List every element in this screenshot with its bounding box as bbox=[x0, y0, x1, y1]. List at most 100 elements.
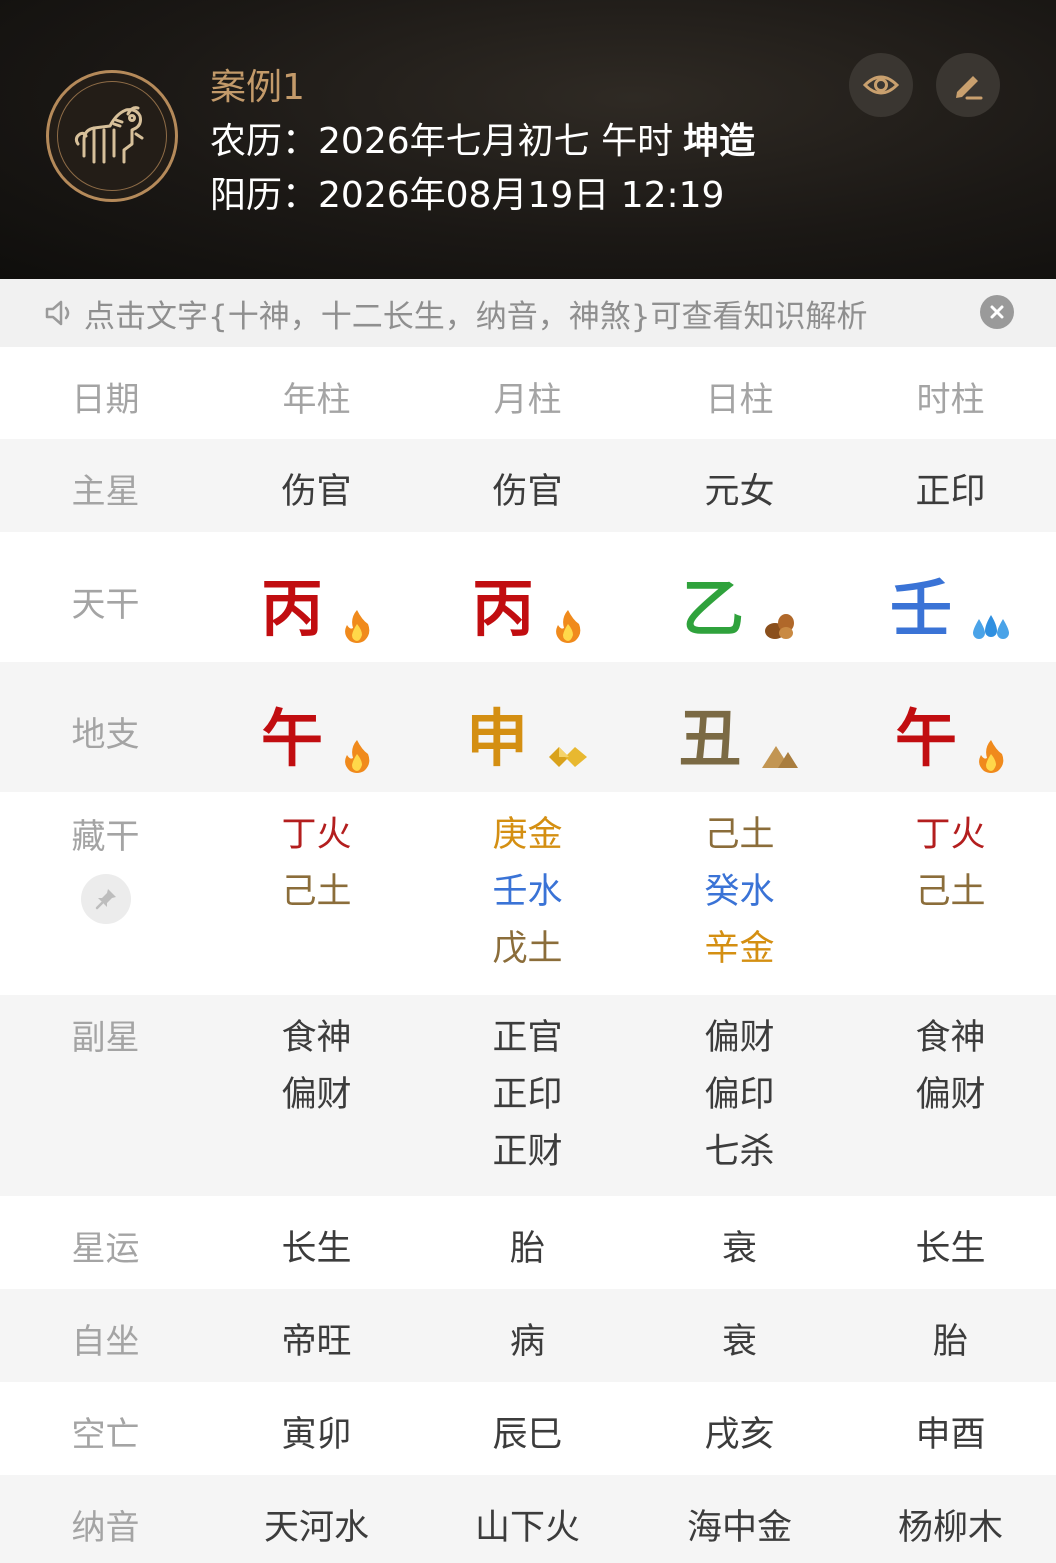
nayin-value[interactable]: 山下火 bbox=[422, 1499, 633, 1550]
row-label: 纳音 bbox=[71, 1508, 140, 1548]
earthly-branch-row: 地支 午 申 丑 午 bbox=[0, 662, 1056, 792]
view-button[interactable] bbox=[849, 53, 913, 117]
hidden-stems-cell[interactable]: 庚金 壬水 戊土 bbox=[422, 807, 633, 978]
main-star-value[interactable]: 元女 bbox=[634, 463, 845, 514]
sub-star-cell[interactable]: 偏财 偏印 七杀 bbox=[634, 1010, 845, 1181]
speaker-icon bbox=[45, 300, 70, 326]
self-sit-value[interactable]: 衰 bbox=[634, 1313, 845, 1364]
pin-icon bbox=[95, 889, 116, 910]
column-header-row: 日期 年柱 月柱 日柱 时柱 bbox=[0, 347, 1056, 439]
edit-button[interactable] bbox=[936, 53, 1000, 117]
hidden-stems-cell[interactable]: 己土 癸水 辛金 bbox=[634, 807, 845, 978]
fire-icon bbox=[345, 739, 370, 773]
branch-char: 申 bbox=[465, 702, 528, 775]
column-header: 时柱 bbox=[916, 380, 985, 420]
branch-cell[interactable]: 申 bbox=[422, 688, 633, 778]
void-row: 空亡 寅卯 辰巳 戌亥 申酉 bbox=[0, 1382, 1056, 1475]
hidden-stem: 丁火 bbox=[281, 815, 352, 855]
nayin-row: 纳音 天河水 山下火 海中金 杨柳木 bbox=[0, 1475, 1056, 1563]
star-luck-value[interactable]: 长生 bbox=[845, 1220, 1056, 1271]
hidden-stem: 丁火 bbox=[915, 815, 986, 855]
branch-cell[interactable]: 午 bbox=[211, 688, 422, 778]
pin-button[interactable] bbox=[80, 874, 131, 924]
stem-cell[interactable]: 壬 bbox=[845, 558, 1056, 648]
fire-icon bbox=[556, 609, 581, 643]
column-header: 日期 bbox=[71, 380, 140, 420]
nayin-value[interactable]: 杨柳木 bbox=[845, 1499, 1056, 1550]
row-label: 天干 bbox=[71, 585, 140, 625]
branch-cell[interactable]: 丑 bbox=[634, 688, 845, 778]
branch-char: 午 bbox=[894, 702, 957, 775]
hidden-stems-cell[interactable]: 丁火 己土 bbox=[845, 807, 1056, 921]
solar-date-line: 阳历：2026年08月19日 12:19 bbox=[210, 166, 724, 218]
main-star-row: 主星 伤官 伤官 元女 正印 bbox=[0, 439, 1056, 532]
close-icon bbox=[990, 305, 1004, 319]
sub-star: 偏印 bbox=[704, 1075, 775, 1115]
column-header: 日柱 bbox=[705, 380, 774, 420]
sub-star: 偏财 bbox=[915, 1075, 986, 1115]
fire-icon bbox=[979, 739, 1004, 773]
star-luck-value[interactable]: 胎 bbox=[422, 1220, 633, 1271]
sub-star: 七杀 bbox=[704, 1132, 775, 1172]
stem-cell[interactable]: 丙 bbox=[422, 558, 633, 648]
hidden-stems-row: 藏干 丁火 己土 庚金 壬水 戊土 己土 癸水 辛金 丁火 己土 bbox=[0, 792, 1056, 995]
heavenly-stem-row: 天干 丙 丙 乙 壬 bbox=[0, 532, 1056, 662]
branch-char: 午 bbox=[260, 702, 323, 775]
case-title: 案例1 bbox=[210, 67, 305, 108]
stem-char: 丙 bbox=[260, 572, 323, 645]
branch-char: 丑 bbox=[678, 702, 741, 775]
horse-zodiac-icon bbox=[46, 70, 178, 202]
sub-star-cell[interactable]: 食神 偏财 bbox=[211, 1010, 422, 1124]
gender-label: 坤造 bbox=[683, 121, 756, 162]
notice-text[interactable]: 点击文字{十神，十二长生，纳音，神煞}可查看知识解析 bbox=[84, 291, 867, 336]
sub-star-cell[interactable]: 食神 偏财 bbox=[845, 1010, 1056, 1124]
star-luck-value[interactable]: 长生 bbox=[211, 1220, 422, 1271]
sub-star: 食神 bbox=[915, 1018, 986, 1058]
stem-cell[interactable]: 乙 bbox=[634, 558, 845, 648]
solar-date: 2026年08月19日 12:19 bbox=[318, 175, 725, 216]
close-notice-button[interactable] bbox=[980, 295, 1014, 329]
notice-bar: 点击文字{十神，十二长生，纳音，神煞}可查看知识解析 bbox=[0, 279, 1056, 347]
chart-header: 案例1 农历：2026年七月初七 午时 坤造 阳历：2026年08月19日 12:… bbox=[0, 0, 1056, 279]
main-star-value[interactable]: 伤官 bbox=[422, 463, 633, 514]
hidden-stem: 辛金 bbox=[704, 929, 775, 969]
row-label: 空亡 bbox=[71, 1415, 140, 1455]
fire-icon bbox=[345, 609, 370, 643]
solar-prefix: 阳历： bbox=[210, 175, 319, 216]
sub-star: 偏财 bbox=[704, 1018, 775, 1058]
row-label: 自坐 bbox=[71, 1322, 140, 1362]
column-header: 年柱 bbox=[282, 380, 351, 420]
row-label: 副星 bbox=[71, 1018, 140, 1058]
hidden-stem: 己土 bbox=[915, 872, 986, 912]
hidden-stems-cell[interactable]: 丁火 己土 bbox=[211, 807, 422, 921]
void-value: 申酉 bbox=[915, 1415, 986, 1455]
main-star-value[interactable]: 正印 bbox=[845, 463, 1056, 514]
sub-star: 正官 bbox=[492, 1018, 563, 1058]
self-sit-row: 自坐 帝旺 病 衰 胎 bbox=[0, 1289, 1056, 1382]
hidden-stem: 癸水 bbox=[704, 872, 775, 912]
row-label-cell: 副星 bbox=[0, 1010, 211, 1067]
branch-cell[interactable]: 午 bbox=[845, 688, 1056, 778]
sub-star-cell[interactable]: 正官 正印 正财 bbox=[422, 1010, 633, 1181]
star-luck-value[interactable]: 衰 bbox=[634, 1220, 845, 1271]
nayin-value[interactable]: 天河水 bbox=[211, 1499, 422, 1550]
main-star-value[interactable]: 伤官 bbox=[211, 463, 422, 514]
nayin-value[interactable]: 海中金 bbox=[634, 1499, 845, 1550]
self-sit-value[interactable]: 帝旺 bbox=[211, 1313, 422, 1364]
row-label: 星运 bbox=[71, 1229, 140, 1269]
hidden-stems-label-cell: 藏干 bbox=[0, 809, 211, 924]
stem-cell[interactable]: 丙 bbox=[211, 558, 422, 648]
stem-char: 丙 bbox=[471, 572, 534, 645]
self-sit-value[interactable]: 病 bbox=[422, 1313, 633, 1364]
hidden-stem: 己土 bbox=[704, 815, 775, 855]
lunar-date-line: 农历：2026年七月初七 午时 坤造 bbox=[210, 112, 755, 164]
self-sit-value[interactable]: 胎 bbox=[845, 1313, 1056, 1364]
sub-star: 正印 bbox=[492, 1075, 563, 1115]
sub-star-row: 副星 食神 偏财 正官 正印 正财 偏财 偏印 七杀 食神 偏财 bbox=[0, 995, 1056, 1196]
hidden-stem: 戊土 bbox=[492, 929, 563, 969]
star-luck-row: 星运 长生 胎 衰 长生 bbox=[0, 1196, 1056, 1289]
sub-star: 食神 bbox=[281, 1018, 352, 1058]
lunar-date: 2026年七月初七 午时 bbox=[318, 121, 674, 162]
void-value: 寅卯 bbox=[281, 1415, 352, 1455]
water-icon bbox=[973, 614, 1010, 639]
